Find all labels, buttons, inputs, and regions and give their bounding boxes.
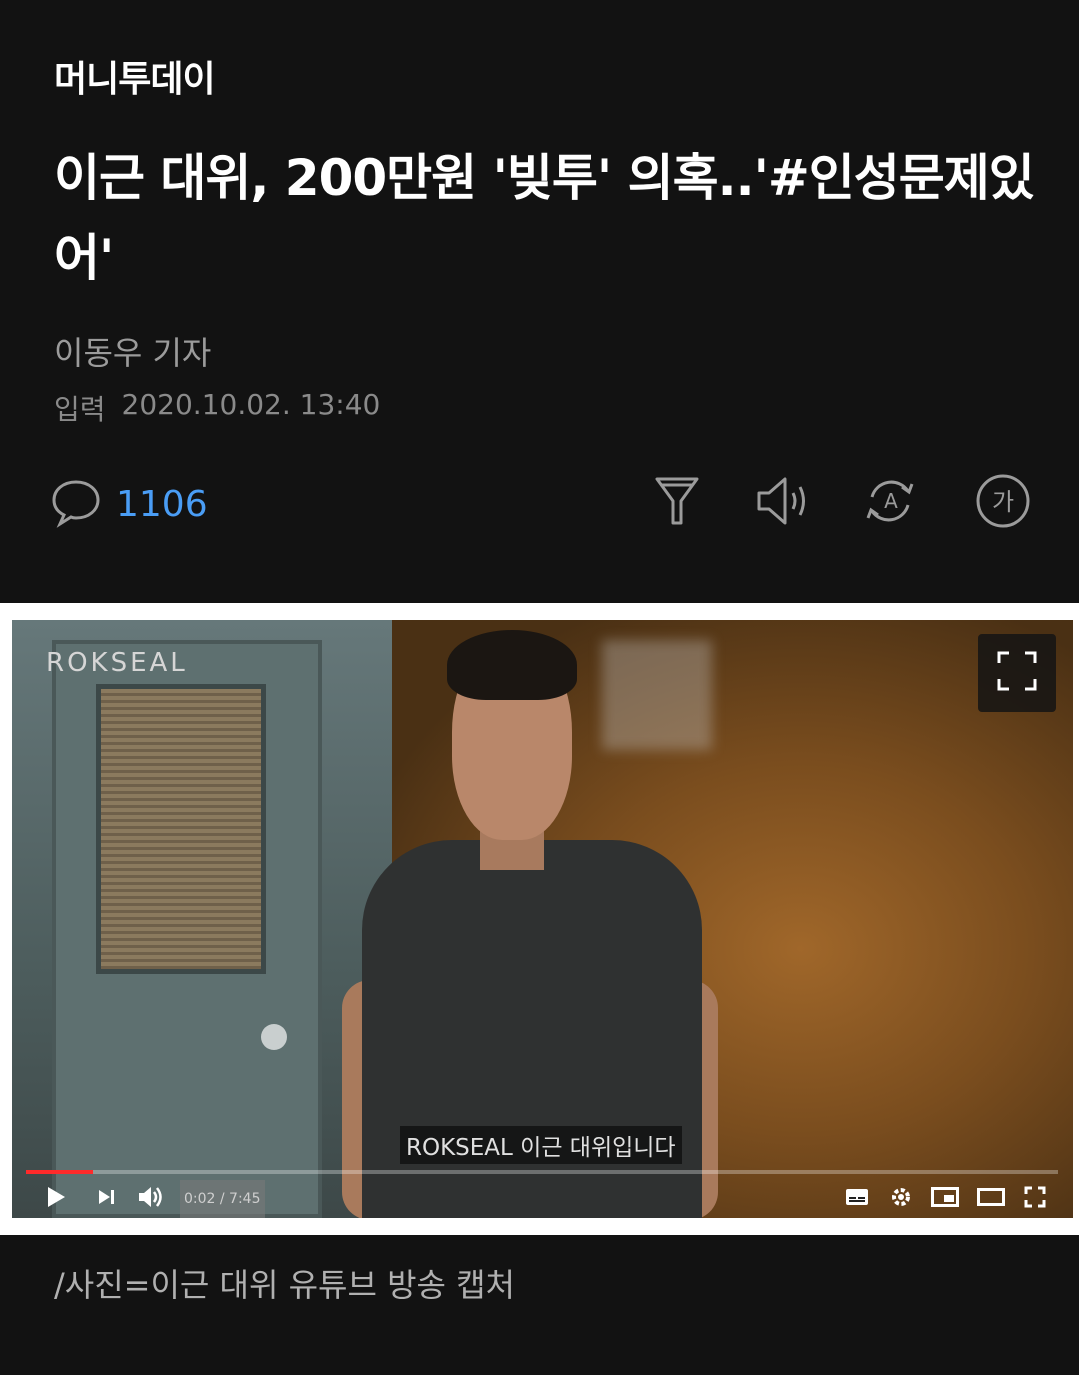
theater-icon	[977, 1188, 1005, 1210]
play-icon	[46, 1186, 66, 1212]
tts-button[interactable]	[754, 474, 812, 532]
brand-logo[interactable]: 머니투데이	[54, 50, 216, 102]
video-subtitle: ROKSEAL 이근 대위입니다	[400, 1126, 682, 1164]
next-icon	[98, 1189, 116, 1209]
speaker-icon	[755, 475, 811, 531]
svg-text:A: A	[884, 489, 898, 513]
next-button[interactable]	[94, 1184, 120, 1214]
input-label: 입력	[54, 393, 106, 426]
volume-button[interactable]	[136, 1184, 166, 1214]
volume-icon	[138, 1186, 164, 1212]
fullscreen-button[interactable]	[978, 634, 1056, 712]
captions-button[interactable]	[842, 1184, 872, 1214]
progress-fill	[26, 1170, 94, 1174]
channel-logo: ROKSEAL	[46, 648, 188, 678]
translate-button[interactable]: A	[862, 474, 920, 532]
article-title: 이근 대위, 200만원 '빚투' 의혹..'#인성문제있어'	[54, 149, 1035, 287]
filter-icon	[653, 475, 701, 531]
gear-icon	[890, 1186, 912, 1212]
input-time: 2020.10.02. 13:40	[121, 388, 381, 421]
play-button[interactable]	[42, 1184, 70, 1214]
video-controls: 0:02 / 7:45	[12, 1180, 1073, 1218]
photo-caption: /사진=이근 대위 유튜브 방송 캡처	[54, 1266, 516, 1304]
video-time: 0:02 / 7:45	[180, 1180, 265, 1218]
miniplayer-icon	[931, 1187, 959, 1211]
font-size-button[interactable]: 가	[974, 474, 1032, 532]
progress-bar[interactable]	[26, 1170, 1058, 1174]
video-scene-door	[52, 640, 322, 1218]
comment-button[interactable]: 1106	[50, 476, 208, 532]
article-header: 머니투데이 이근 대위, 200만원 '빚투' 의혹..'#인성문제있어' 이동…	[0, 0, 1079, 580]
article-author[interactable]: 이동우 기자	[54, 328, 211, 374]
video-section: ROKSEAL ROKSEAL 이근 대위입니다 0:02 / 7:45	[0, 603, 1079, 1235]
captions-icon	[845, 1188, 869, 1210]
fullscreen-small-button[interactable]	[1020, 1184, 1050, 1214]
comment-icon	[50, 476, 102, 532]
font-size-icon: 가	[975, 473, 1031, 533]
filter-button[interactable]	[648, 474, 706, 532]
svg-text:가: 가	[992, 488, 1014, 516]
comment-count: 1106	[116, 483, 208, 525]
video-player[interactable]: ROKSEAL ROKSEAL 이근 대위입니다 0:02 / 7:45	[12, 620, 1073, 1218]
fullscreen-small-icon	[1024, 1186, 1046, 1212]
translate-icon: A	[862, 475, 920, 531]
article-toolbar: 1106 A 가	[0, 470, 1079, 536]
theater-button[interactable]	[974, 1184, 1008, 1214]
fullscreen-icon	[995, 649, 1039, 697]
article-timestamp: 입력 2020.10.02. 13:40	[54, 388, 380, 428]
settings-button[interactable]	[886, 1184, 916, 1214]
miniplayer-button[interactable]	[928, 1184, 962, 1214]
